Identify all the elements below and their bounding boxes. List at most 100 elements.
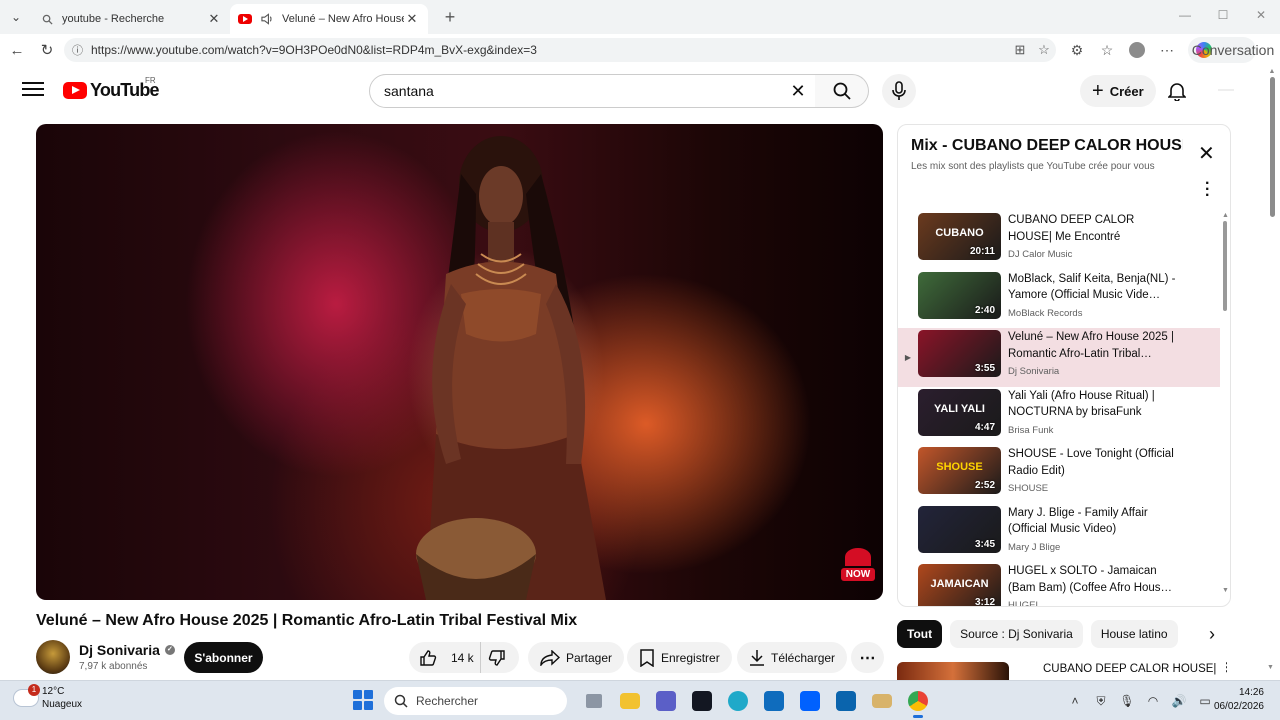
scroll-down-icon[interactable]: ▼: [1222, 587, 1229, 594]
page-scroll-up-icon[interactable]: ▲: [1266, 68, 1278, 75]
tab-actions-chevron-icon[interactable]: ⌄: [0, 0, 32, 34]
profile-avatar[interactable]: [1129, 42, 1145, 58]
recommendation-thumbnail[interactable]: [897, 662, 1009, 680]
page-scrollbar-thumb[interactable]: [1269, 77, 1275, 217]
youtube-logo[interactable]: YouTube FR: [63, 76, 160, 101]
page-scrollbar[interactable]: ▲: [1266, 68, 1278, 680]
close-playlist-icon[interactable]: ✕: [1198, 141, 1215, 166]
maximize-icon[interactable]: ☐: [1204, 0, 1242, 30]
extensions-icon[interactable]: ⚙: [1062, 36, 1092, 64]
scroll-up-icon[interactable]: ▲: [1222, 212, 1229, 219]
microphone-tray-icon[interactable]: 🎙: [1114, 689, 1140, 713]
chips-next-chevron-icon[interactable]: ›: [1198, 620, 1226, 648]
playlist-item[interactable]: CUBANO 20:11 CUBANO DEEP CALOR HOUSE| Me E…: [898, 211, 1220, 270]
playlist-thumbnail[interactable]: SHOUSE 2:52: [918, 447, 1001, 494]
more-actions-icon[interactable]: ⋯: [851, 642, 884, 673]
save-button[interactable]: Enregistrer: [627, 642, 732, 673]
playlist-thumbnail[interactable]: 3:55: [918, 330, 1001, 377]
next-recommendation[interactable]: CUBANO DEEP CALOR HOUSE| ⋮: [897, 660, 1227, 680]
page-scroll-down-icon[interactable]: ▼: [1267, 664, 1274, 671]
voice-search-button[interactable]: [882, 74, 916, 108]
start-windows-icon[interactable]: [353, 690, 373, 710]
playlist-title[interactable]: Mix - CUBANO DEEP CALOR HOUSE| Me Encont…: [911, 137, 1183, 155]
notifications-bell-icon[interactable]: [1164, 78, 1190, 104]
playlist-thumbnail[interactable]: JAMAICAN 3:12: [918, 564, 1001, 606]
address-bar[interactable]: ⓘ https://www.youtube.com/watch?v=9OH3PO…: [64, 38, 1056, 62]
site-info-icon[interactable]: ⓘ: [72, 42, 83, 58]
dislike-button[interactable]: [481, 649, 519, 667]
tray-chevron-up-icon[interactable]: ˄: [1062, 689, 1088, 713]
close-tab-icon[interactable]: ✕: [404, 11, 420, 27]
video-player[interactable]: NOW: [36, 124, 883, 600]
tab-youtube-search[interactable]: youtube - Recherche ✕: [32, 4, 230, 34]
more-menu-icon[interactable]: ⋯: [1152, 36, 1182, 64]
playlist-item-title[interactable]: CUBANO DEEP CALOR HOUSE| Me Encontré Que…: [1008, 212, 1178, 245]
security-shield-icon[interactable]: ⛨: [1088, 689, 1114, 713]
chip[interactable]: Tout: [897, 620, 943, 648]
close-window-icon[interactable]: ✕: [1242, 0, 1280, 30]
chip[interactable]: House latino: [1090, 620, 1178, 648]
playlist-item[interactable]: JAMAICAN 3:12 HUGEL x SOLTO - Jamaican (Ba…: [898, 562, 1220, 606]
chrome-icon[interactable]: [900, 688, 936, 718]
playlist-thumbnail[interactable]: CUBANO 20:11: [918, 213, 1001, 260]
playlist-item-title[interactable]: HUGEL x SOLTO - Jamaican (Bam Bam) (Coff…: [1008, 563, 1178, 596]
playlist-thumbnail[interactable]: YALI YALI 4:47: [918, 388, 1001, 436]
volume-icon[interactable]: 🔊: [1166, 689, 1192, 713]
reload-icon[interactable]: ↻: [32, 35, 62, 65]
download-button[interactable]: Télécharger: [737, 642, 848, 673]
playlist-thumbnail[interactable]: 3:45: [918, 505, 1001, 553]
clear-search-icon[interactable]: ✕: [781, 81, 815, 102]
recommendation-menu-icon[interactable]: ⋮: [1221, 660, 1227, 674]
taskbar-search[interactable]: Rechercher: [384, 687, 567, 715]
playlist-thumbnail[interactable]: 2:40: [918, 271, 1001, 319]
playlist-item[interactable]: 3:45 Mary J. Blige - Family Affair (Offic…: [898, 504, 1220, 563]
favorites-icon[interactable]: ☆: [1092, 36, 1122, 64]
playlist-item-title[interactable]: Veluné – New Afro House 2025 | Romantic …: [1008, 329, 1178, 362]
task-view-icon[interactable]: [576, 688, 612, 714]
file-explorer-icon[interactable]: [612, 688, 648, 714]
playlist-item-title[interactable]: MoBlack, Salif Keita, Benja(NL) - Yamore…: [1008, 271, 1178, 304]
tab-current-video[interactable]: Veluné – New Afro House 2025 | Romantic …: [230, 4, 428, 34]
channel-avatar[interactable]: [36, 640, 70, 674]
like-button[interactable]: 14 k: [409, 642, 481, 673]
chip[interactable]: Source : Dj Sonivaria: [950, 620, 1083, 648]
channel-name-row[interactable]: Dj Sonivaria ✓: [79, 642, 175, 658]
dropbox-icon[interactable]: [792, 688, 828, 714]
subscribe-button[interactable]: S'abonner: [184, 642, 263, 673]
channel-name[interactable]: Dj Sonivaria: [79, 642, 160, 658]
playlist-item[interactable]: YALI YALI 4:47 Yali Yali (Afro House Ritua…: [898, 387, 1220, 446]
playlist-menu-icon[interactable]: · · ·: [1205, 176, 1210, 204]
playlist-item[interactable]: SHOUSE 2:52 SHOUSE - Love Tonight (Officia…: [898, 445, 1220, 504]
speaker-icon[interactable]: [260, 12, 274, 26]
playlist-scrollbar[interactable]: ▲: [1222, 212, 1229, 594]
search-input[interactable]: santana ✕: [369, 74, 816, 108]
playlist-item[interactable]: ▶ 3:55 Veluné – New Afro House 2025 | Roma…: [898, 328, 1220, 387]
search-button[interactable]: [815, 74, 869, 108]
copilot-button[interactable]: Conversation: [1188, 37, 1274, 63]
back-arrow-icon[interactable]: ←: [2, 35, 32, 65]
tradingview-icon[interactable]: [684, 688, 720, 714]
minimize-icon[interactable]: —: [1166, 0, 1204, 30]
create-button[interactable]: + Créer: [1080, 75, 1156, 107]
playlist-item[interactable]: 2:40 MoBlack, Salif Keita, Benja(NL) - Ya…: [898, 270, 1220, 329]
app-icon[interactable]: [864, 688, 900, 714]
app-available-icon[interactable]: ⊞: [1008, 42, 1032, 58]
hamburger-menu-icon[interactable]: [22, 82, 44, 100]
teams-icon[interactable]: [648, 688, 684, 714]
outlook-icon[interactable]: [828, 688, 864, 714]
scrollbar-thumb[interactable]: [1223, 221, 1227, 311]
playlist-item-title[interactable]: Mary J. Blige - Family Affair (Official …: [1008, 505, 1178, 538]
edge-icon[interactable]: [720, 688, 756, 714]
new-tab-plus-icon[interactable]: +: [436, 7, 464, 28]
share-button[interactable]: Partager: [528, 642, 625, 673]
recommendation-title[interactable]: CUBANO DEEP CALOR HOUSE|: [1043, 663, 1216, 675]
favorite-star-icon[interactable]: ☆: [1032, 42, 1056, 58]
playlist-item-title[interactable]: SHOUSE - Love Tonight (Official Radio Ed…: [1008, 446, 1178, 479]
wifi-icon[interactable]: ◠: [1140, 689, 1166, 713]
outlook-mail-icon[interactable]: [756, 688, 792, 714]
weather-widget[interactable]: 1 12°C Nuageux: [14, 684, 82, 711]
clock[interactable]: 14:26 06/02/2026: [1212, 686, 1264, 714]
account-placeholder[interactable]: [1218, 89, 1234, 91]
playlist-item-title[interactable]: Yali Yali (Afro House Ritual) | NOCTURNA…: [1008, 388, 1178, 421]
close-tab-icon[interactable]: ✕: [206, 11, 222, 27]
